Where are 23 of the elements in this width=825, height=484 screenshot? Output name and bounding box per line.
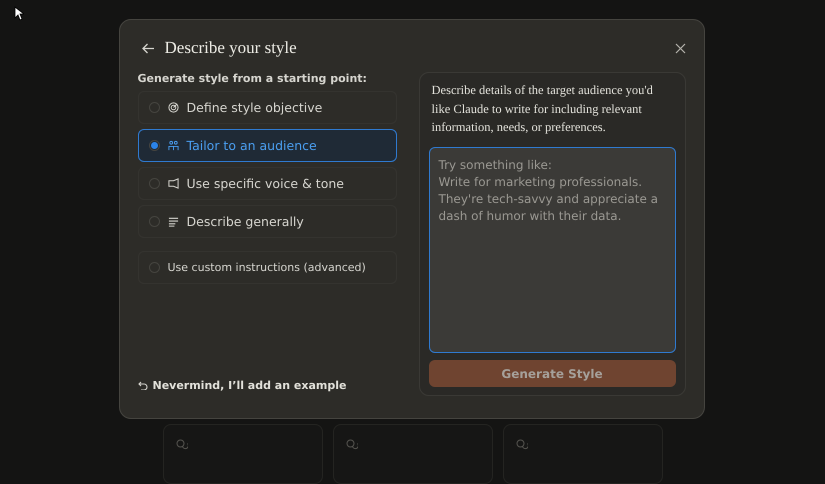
cursor-icon [14, 6, 24, 21]
style-option[interactable]: Use specific voice & tone [138, 167, 396, 200]
megaphone-icon [168, 178, 178, 189]
radio-button[interactable] [148, 262, 160, 273]
section-label: Generate style from a starting point: [138, 72, 368, 85]
target-icon [168, 102, 178, 113]
description-text: Describe details of the target audience you'd like Claude to write for including relevant information, needs, or preferences. [432, 82, 654, 136]
close-icon[interactable] [674, 42, 686, 54]
undo-icon [138, 381, 148, 390]
text-lines-icon [168, 216, 178, 226]
style-option[interactable]: Tailor to an audience [138, 129, 396, 162]
radio-button[interactable] [148, 216, 160, 227]
style-option[interactable]: Define style objective [138, 91, 396, 124]
style-option[interactable]: Describe generally [138, 205, 396, 238]
radio-button[interactable] [148, 140, 160, 151]
dialog-title: Describe your style [164, 38, 298, 58]
back-arrow-icon[interactable] [142, 42, 154, 54]
radio-button[interactable] [148, 102, 160, 113]
radio-button[interactable] [148, 178, 160, 189]
style-option[interactable]: Use custom instructions (advanced) [138, 251, 396, 284]
nevermind-link[interactable]: Nevermind, I’ll add an example [138, 379, 396, 392]
people-icon [168, 140, 178, 151]
audience-input[interactable]: Try something like: Write for marketing professionals. They're tech-savvy and appreciate a dash of humor with their data. [428, 146, 676, 353]
